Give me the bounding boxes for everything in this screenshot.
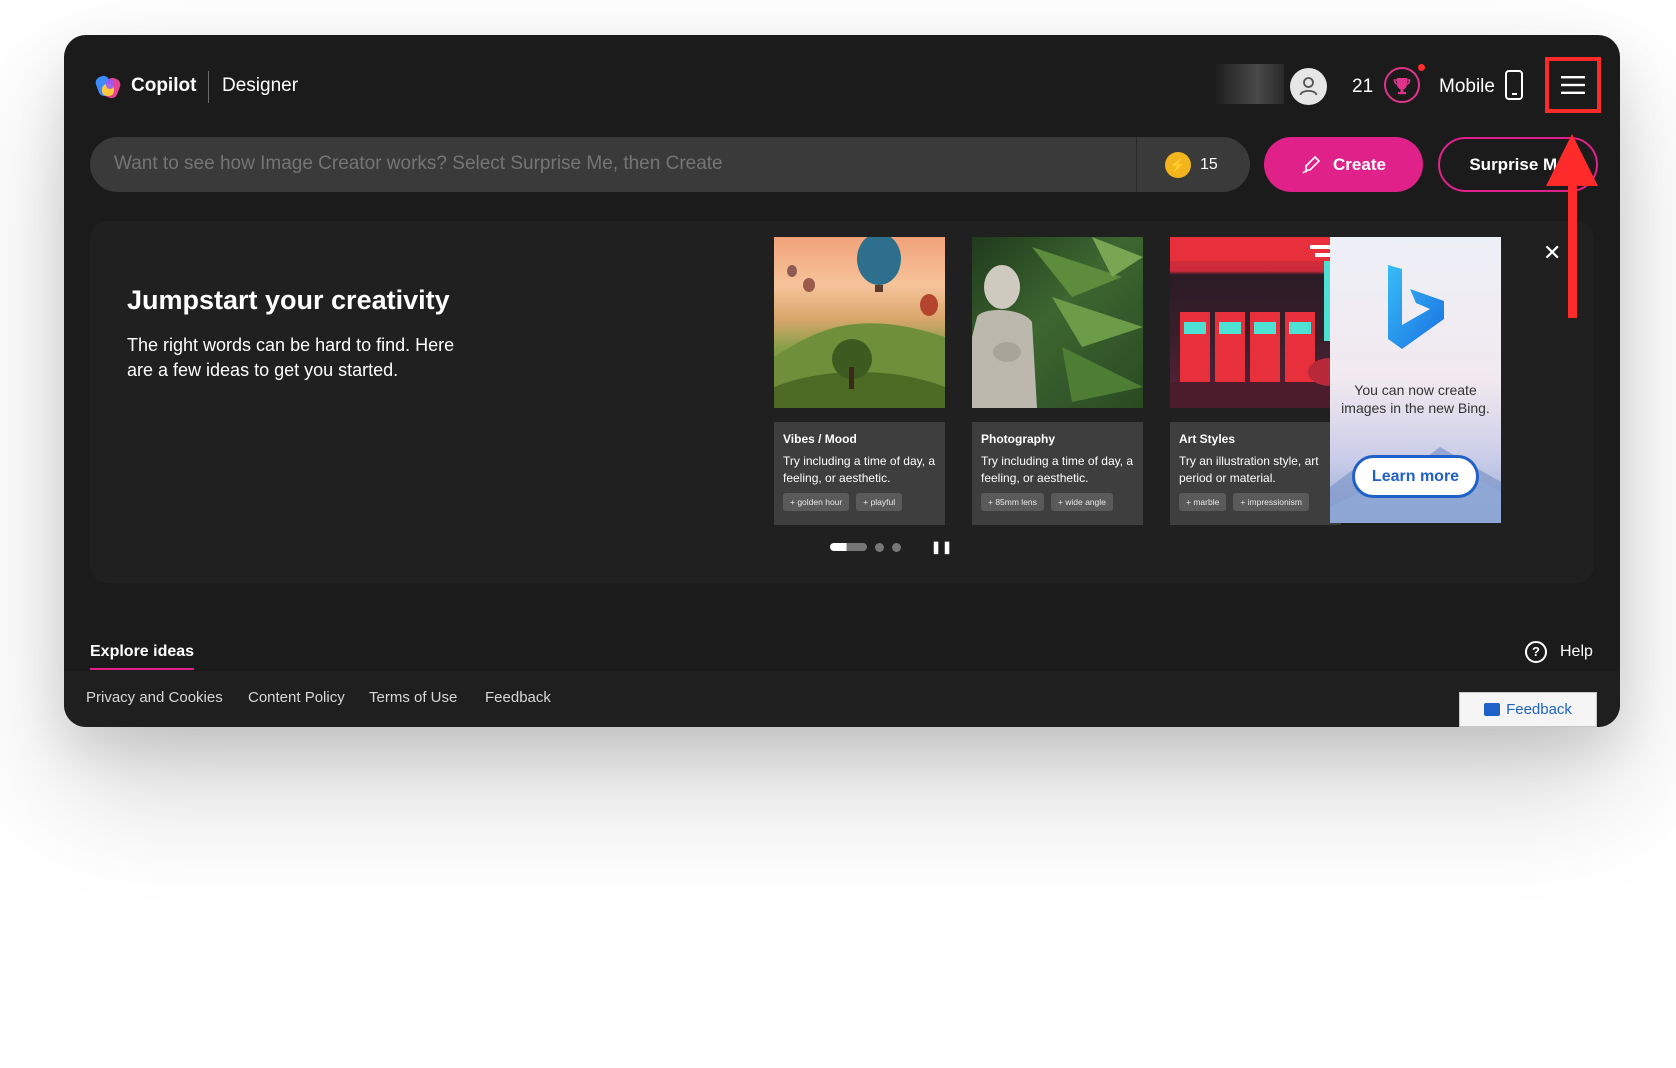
brand-divider xyxy=(208,71,209,103)
product-name[interactable]: Designer xyxy=(222,75,298,97)
explore-ideas-tab[interactable]: Explore ideas xyxy=(90,643,194,661)
idea-card-category: Photography xyxy=(981,432,1055,446)
idea-card-body: Photography Try including a time of day,… xyxy=(972,422,1143,525)
account-name-redacted[interactable] xyxy=(1216,64,1284,104)
boost-count[interactable]: 15 xyxy=(1200,156,1218,174)
pause-icon[interactable]: ❚❚ xyxy=(931,540,953,554)
notification-dot xyxy=(1418,64,1425,71)
annotation-arrow-shaft xyxy=(1568,170,1577,318)
rewards-trophy-icon[interactable] xyxy=(1384,67,1420,103)
idea-card-body: Art Styles Try an illustration style, ar… xyxy=(1170,422,1341,525)
brand-name[interactable]: Copilot xyxy=(131,75,196,97)
idea-card-vibes[interactable]: Vibes / Mood Try including a time of day… xyxy=(774,237,945,525)
help-icon[interactable]: ? xyxy=(1525,641,1547,663)
learn-more-button[interactable]: Learn more xyxy=(1352,455,1479,498)
rewards-count[interactable]: 21 xyxy=(1352,76,1373,98)
prompt-bar: ⚡ 15 xyxy=(90,137,1250,192)
footer-link-terms[interactable]: Terms of Use xyxy=(369,689,457,706)
avatar[interactable] xyxy=(1290,68,1327,105)
idea-card-tip: Try including a time of day, a feeling, … xyxy=(981,454,1134,485)
idea-card-category: Vibes / Mood xyxy=(783,432,857,446)
close-icon[interactable]: ✕ xyxy=(1543,242,1563,264)
mobile-label[interactable]: Mobile xyxy=(1439,76,1495,98)
copilot-logo-icon xyxy=(95,75,121,99)
chat-bubble-icon xyxy=(1484,703,1501,716)
user-icon xyxy=(1299,77,1318,96)
idea-chip[interactable]: + impressionism xyxy=(1233,493,1309,511)
jumpstart-title: Jumpstart your creativity xyxy=(127,285,450,315)
footer-link-content-policy[interactable]: Content Policy xyxy=(248,689,345,706)
footer-link-feedback[interactable]: Feedback xyxy=(485,689,551,706)
jumpstart-panel: Jumpstart your creativity The right word… xyxy=(90,221,1594,583)
idea-chip[interactable]: + playful xyxy=(856,493,903,511)
carousel-dot-active[interactable] xyxy=(830,543,867,551)
carousel-dot[interactable] xyxy=(892,542,901,552)
create-button[interactable]: Create xyxy=(1264,137,1423,192)
idea-card-tip: Try an illustration style, art period or… xyxy=(1179,454,1319,485)
idea-card-body: Vibes / Mood Try including a time of day… xyxy=(774,422,945,525)
create-button-label: Create xyxy=(1333,154,1386,174)
idea-card-image xyxy=(972,237,1143,408)
brush-icon xyxy=(1302,155,1321,174)
idea-card-category: Art Styles xyxy=(1179,432,1236,446)
idea-chip[interactable]: + wide angle xyxy=(1050,493,1113,511)
bing-logo-icon xyxy=(1388,265,1444,349)
learn-more-label: Learn more xyxy=(1371,467,1460,485)
footer-link-privacy[interactable]: Privacy and Cookies xyxy=(86,689,223,706)
screenshot-stage: Copilot Designer 21 Mobile Want to see h… xyxy=(0,0,1676,1068)
idea-card-image xyxy=(774,237,945,408)
carousel-pagination: ❚❚ xyxy=(830,540,953,554)
idea-chip[interactable]: + golden hour xyxy=(783,493,850,511)
feedback-button[interactable]: Feedback xyxy=(1459,692,1597,727)
feedback-button-label: Feedback xyxy=(1506,701,1572,718)
boost-coin-icon[interactable]: ⚡ xyxy=(1165,152,1191,178)
prompt-divider xyxy=(1136,137,1137,192)
app-window: Copilot Designer 21 Mobile Want to see h… xyxy=(64,35,1620,727)
hamburger-icon xyxy=(1561,76,1585,94)
bing-promo-card: You can now create images in the new Bin… xyxy=(1330,237,1501,523)
footer: Privacy and Cookies Content Policy Terms… xyxy=(64,671,1620,727)
hamburger-menu-button[interactable] xyxy=(1545,57,1601,113)
gas-station-illustration xyxy=(1170,237,1341,408)
active-tab-underline xyxy=(90,668,194,670)
carousel-dot[interactable] xyxy=(875,542,884,552)
idea-card-image xyxy=(1170,237,1341,408)
idea-chip[interactable]: + marble xyxy=(1179,493,1227,511)
jumpstart-description: The right words can be hard to find. Her… xyxy=(127,335,455,380)
trophy-icon xyxy=(1393,78,1411,95)
help-link[interactable]: Help xyxy=(1560,643,1593,661)
mobile-phone-icon[interactable] xyxy=(1505,70,1523,100)
promo-text: You can now create images in the new Bin… xyxy=(1341,382,1490,416)
idea-card-art-styles[interactable]: Art Styles Try an illustration style, ar… xyxy=(1170,237,1341,525)
idea-card-tip: Try including a time of day, a feeling, … xyxy=(783,454,936,485)
idea-card-photography[interactable]: Photography Try including a time of day,… xyxy=(972,237,1143,525)
balloons-landscape-illustration xyxy=(774,237,945,408)
statue-plants-photo xyxy=(972,237,1143,408)
idea-chip[interactable]: + 85mm lens xyxy=(981,493,1044,511)
prompt-input[interactable] xyxy=(114,153,1114,175)
